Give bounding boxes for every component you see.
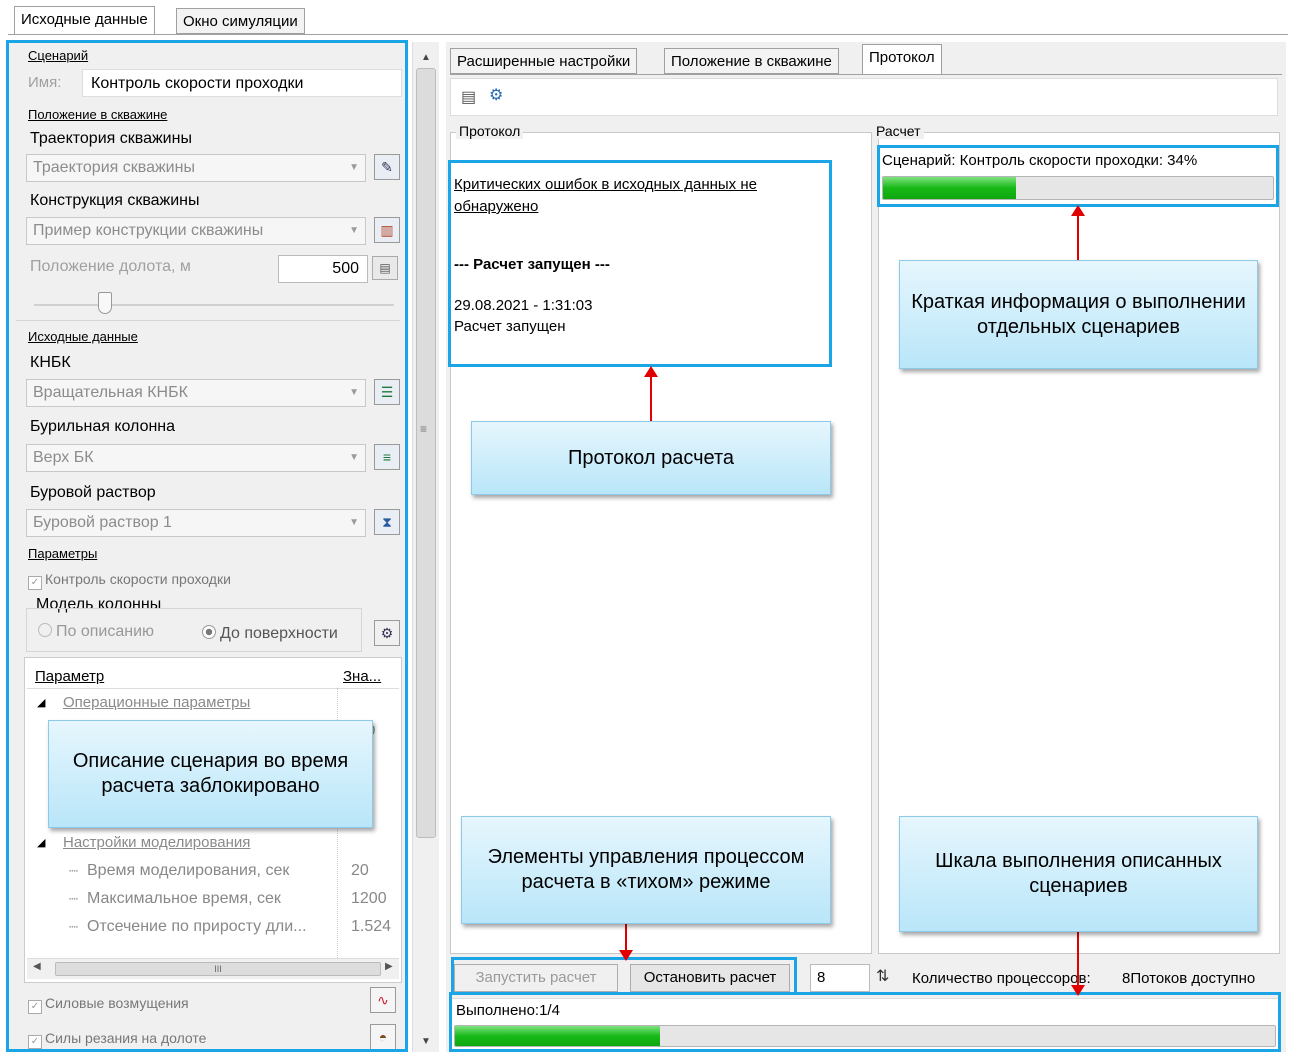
callout-quiet-controls: Элементы управления процессом расчета в … — [461, 816, 831, 924]
tab-advanced-settings[interactable]: Расширенные настройки — [450, 48, 638, 74]
callout-locked: Описание сценария во время расчета забло… — [48, 720, 373, 828]
tab-protocol[interactable]: Протокол — [862, 44, 942, 75]
threads-label: 8Потоков доступно — [1122, 970, 1256, 987]
highlight-controls — [451, 957, 797, 995]
processors-input[interactable]: 8 — [810, 964, 870, 992]
highlight-protocol — [448, 160, 832, 367]
highlight-scenario-progress — [877, 145, 1279, 207]
arrow-down-icon — [1071, 985, 1085, 996]
export-icon[interactable]: ▤ — [461, 87, 476, 107]
arrow-to-overall-progress — [1071, 932, 1085, 996]
scroll-thumb[interactable] — [416, 68, 436, 838]
callout-protocol: Протокол расчета — [471, 421, 831, 495]
tab-source-data[interactable]: Исходные данные — [14, 6, 155, 35]
tab-divider — [450, 74, 1282, 75]
sort-icon[interactable]: ⇅ — [876, 966, 889, 986]
arrow-to-progress — [1071, 205, 1085, 262]
tab-position-in-well[interactable]: Положение в скважине — [664, 48, 839, 74]
protocol-legend: Протокол — [456, 123, 524, 139]
calc-legend: Расчет — [873, 123, 924, 139]
arrow-down-icon — [619, 950, 633, 961]
splitter-grip-icon[interactable]: ≡ — [420, 422, 427, 436]
arrow-up-icon — [1071, 205, 1085, 216]
arrow-up-icon — [644, 366, 658, 377]
callout-scale: Шкала выполнения описанных сценариев — [899, 816, 1258, 932]
arrow-to-protocol — [644, 366, 658, 422]
highlight-overall-progress — [449, 992, 1281, 1052]
highlight-scenario-panel — [6, 40, 408, 1052]
processors-label: Количество процессоров: — [912, 970, 1091, 987]
tab-simulation-window[interactable]: Окно симуляции — [176, 8, 305, 34]
callout-brief-info: Краткая информация о выполнении отдельны… — [899, 260, 1258, 369]
arrow-to-controls — [619, 923, 633, 961]
scroll-down-icon[interactable]: ▼ — [421, 1036, 431, 1047]
vertical-scrollbar[interactable]: ▲ ≡ ▼ — [412, 42, 439, 1052]
toolbar: ▤ ⚙ — [450, 78, 1278, 116]
tab-divider — [8, 34, 1288, 35]
settings-icon[interactable]: ⚙ — [489, 85, 503, 105]
scroll-up-icon[interactable]: ▲ — [421, 52, 431, 63]
